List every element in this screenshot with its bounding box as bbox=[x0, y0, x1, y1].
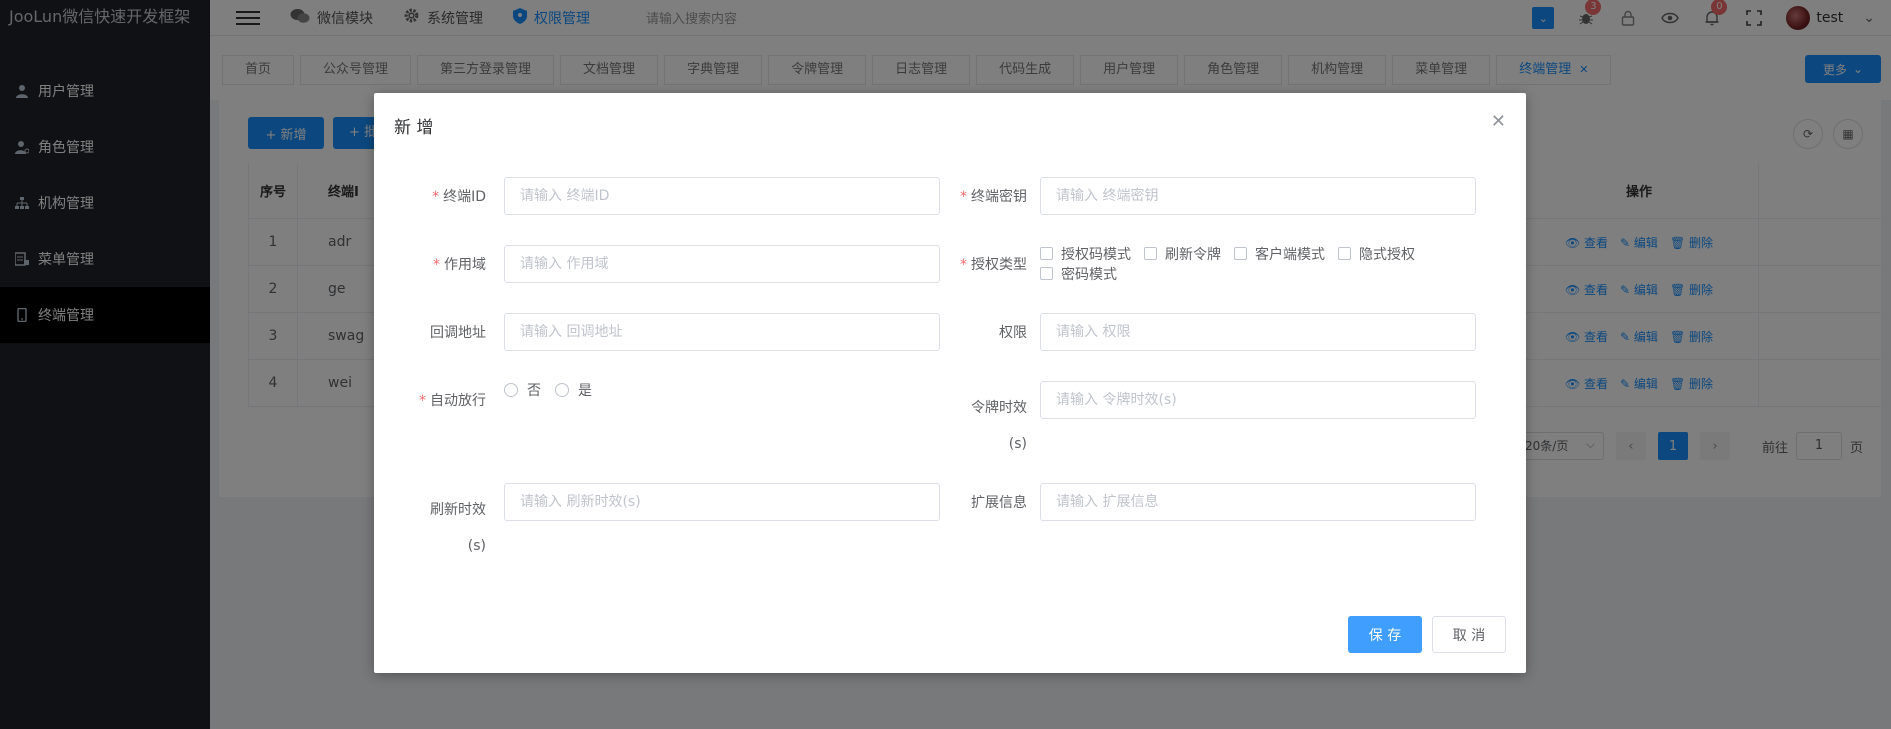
auto-approve-no[interactable]: 否 bbox=[504, 380, 541, 400]
grant-checkbox-refresh[interactable]: 刷新令牌 bbox=[1144, 244, 1221, 263]
authorities-input[interactable]: 请输入 权限 bbox=[1040, 313, 1476, 351]
client-id-label: * 终端ID bbox=[432, 189, 486, 205]
add-dialog: 新 增 ✕ * 终端ID 请输入 终端ID * 终端密钥 请输入 终端密钥 * 作用域… bbox=[374, 93, 1526, 673]
grant-checkbox-password[interactable]: 密码模式 bbox=[1040, 264, 1117, 283]
client-secret-input[interactable]: 请输入 终端密钥 bbox=[1040, 177, 1476, 215]
save-button[interactable]: 保 存 bbox=[1348, 616, 1422, 653]
auto-approve-yes[interactable]: 是 bbox=[555, 380, 592, 400]
grant-type-label: * 授权类型 bbox=[960, 257, 1027, 273]
grant-checkbox-implicit[interactable]: 隐式授权 bbox=[1338, 244, 1415, 263]
grant-checkbox-authcode[interactable]: 授权码模式 bbox=[1040, 244, 1131, 263]
grant-type-checkboxes: 授权码模式 刷新令牌 客户端模式 隐式授权 密码模式 bbox=[1040, 244, 1470, 284]
token-validity-input[interactable]: 请输入 令牌时效(s) bbox=[1040, 381, 1476, 419]
scope-input[interactable]: 请输入 作用域 bbox=[504, 245, 940, 283]
dialog-title: 新 增 bbox=[394, 118, 434, 138]
scope-label: * 作用域 bbox=[433, 257, 486, 273]
cancel-button[interactable]: 取 消 bbox=[1432, 616, 1506, 653]
token-validity-label: 令牌时效 (s) bbox=[971, 400, 1027, 452]
close-icon[interactable]: ✕ bbox=[1491, 111, 1506, 132]
redirect-uri-input[interactable]: 请输入 回调地址 bbox=[504, 313, 940, 351]
refresh-validity-label: 刷新时效 (s) bbox=[430, 502, 486, 554]
additional-info-label: 扩展信息 bbox=[971, 495, 1027, 511]
additional-info-input[interactable]: 请输入 扩展信息 bbox=[1040, 483, 1476, 521]
refresh-validity-input[interactable]: 请输入 刷新时效(s) bbox=[504, 483, 940, 521]
client-id-input[interactable]: 请输入 终端ID bbox=[504, 177, 940, 215]
grant-checkbox-client[interactable]: 客户端模式 bbox=[1234, 244, 1325, 263]
authorities-label: 权限 bbox=[999, 325, 1027, 341]
auto-approve-label: * 自动放行 bbox=[419, 393, 486, 409]
redirect-uri-label: 回调地址 bbox=[430, 325, 486, 341]
client-secret-label: * 终端密钥 bbox=[960, 189, 1027, 205]
auto-approve-radios: 否 是 bbox=[504, 380, 592, 400]
